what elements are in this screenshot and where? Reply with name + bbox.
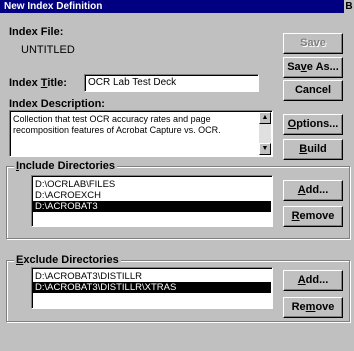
- list-item[interactable]: D:\OCRLAB\FILES: [33, 179, 271, 190]
- save-button[interactable]: Save: [283, 33, 343, 54]
- index-description-textarea[interactable]: Collection that test OCR accuracy rates …: [9, 110, 273, 157]
- exclude-remove-button[interactable]: Remove: [283, 297, 343, 318]
- list-item-selected[interactable]: D:\ACROBAT3\DISTILLR\XTRAS: [33, 282, 271, 293]
- list-item-selected[interactable]: D:\ACROBAT3: [33, 201, 271, 212]
- index-title-label: Index Title:: [9, 77, 67, 89]
- options-button[interactable]: Options...: [283, 114, 343, 135]
- scroll-down-icon[interactable]: ▼: [259, 143, 271, 155]
- index-description-label: Index Description:: [9, 98, 105, 110]
- index-file-label: Index File:: [9, 26, 64, 38]
- list-item[interactable]: D:\ACROEXCH: [33, 190, 271, 201]
- title-bar[interactable]: New Index Definition B: [0, 0, 354, 13]
- description-line-1: Collection that test OCR accuracy rates …: [13, 114, 211, 124]
- description-line-2: recomposition features of Acrobat Captur…: [13, 125, 221, 135]
- new-index-definition-dialog: New Index Definition B Index File: UNTIT…: [0, 0, 354, 351]
- include-directories-list[interactable]: D:\OCRLAB\FILES D:\ACROEXCH D:\ACROBAT3: [31, 175, 273, 227]
- exclude-add-button[interactable]: Add...: [283, 270, 343, 291]
- index-file-value: UNTITLED: [21, 44, 75, 56]
- scroll-up-icon[interactable]: ▲: [259, 112, 271, 124]
- exclude-directories-label: Exclude Directories: [14, 254, 121, 266]
- build-button[interactable]: Build: [283, 139, 343, 160]
- include-directories-label: Include Directories: [14, 160, 118, 172]
- save-as-button[interactable]: Save As...: [283, 57, 343, 78]
- include-remove-button[interactable]: Remove: [283, 206, 343, 227]
- include-add-button[interactable]: Add...: [283, 180, 343, 201]
- cancel-button[interactable]: Cancel: [283, 80, 343, 101]
- list-item[interactable]: D:\ACROBAT3\DISTILLR: [33, 271, 271, 282]
- close-icon[interactable]: B: [344, 0, 354, 13]
- window-title: New Index Definition: [4, 1, 103, 12]
- exclude-directories-list[interactable]: D:\ACROBAT3\DISTILLR D:\ACROBAT3\DISTILL…: [31, 267, 273, 309]
- index-title-input[interactable]: OCR Lab Test Deck: [84, 74, 259, 92]
- description-scrollbar[interactable]: ▲ ▼: [259, 112, 271, 155]
